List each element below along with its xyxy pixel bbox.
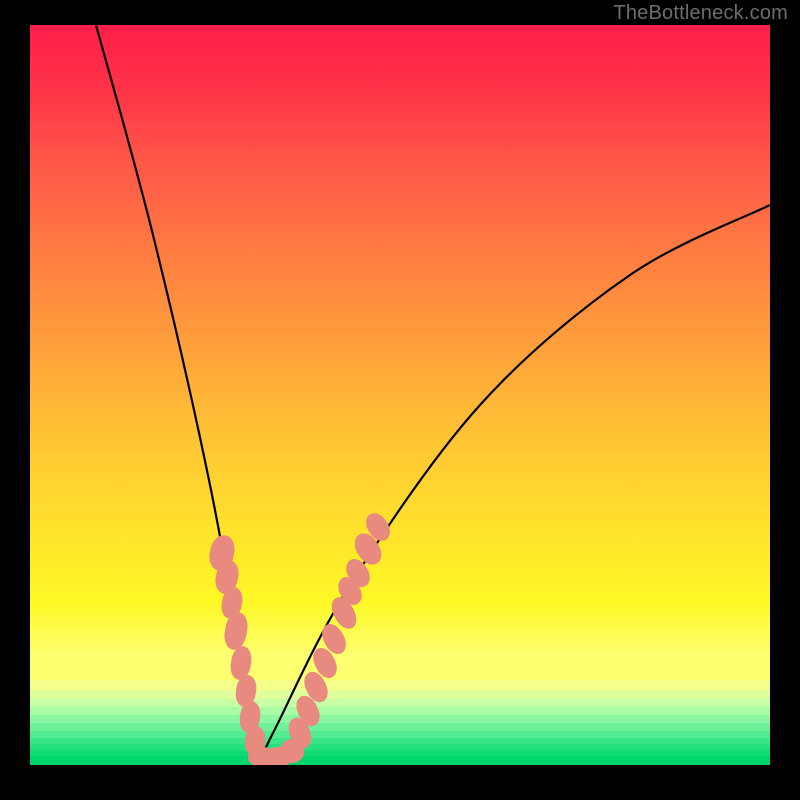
- app-root: TheBottleneck.com: [0, 0, 800, 800]
- beads-container: [30, 25, 770, 765]
- watermark-text: TheBottleneck.com: [613, 2, 788, 25]
- chart-plot-area: [30, 25, 770, 765]
